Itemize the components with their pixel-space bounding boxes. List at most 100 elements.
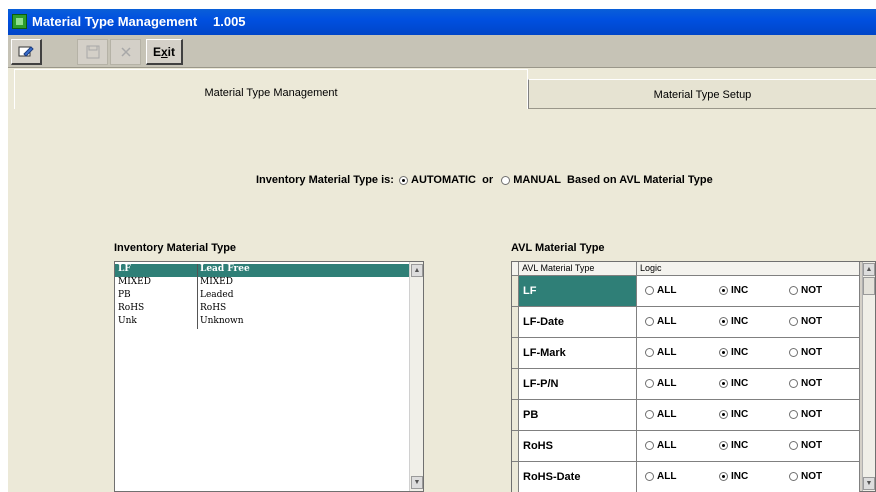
avl-type-cell[interactable]: LF-Mark [519, 338, 637, 369]
scroll-thumb[interactable] [863, 277, 875, 295]
avl-scrollbar[interactable]: ▲ ▼ [862, 262, 875, 491]
table-row[interactable]: LF-Mark ALL INC NOT [512, 338, 860, 369]
inc-option[interactable]: INC [717, 378, 748, 389]
avl-title: AVL Material Type [511, 242, 605, 254]
not-option[interactable]: NOT [787, 347, 822, 358]
table-row[interactable]: LF-P/N ALL INC NOT [512, 369, 860, 400]
not-option[interactable]: NOT [787, 285, 822, 296]
edit-button[interactable] [11, 39, 42, 65]
table-row[interactable]: PB ALL INC NOT [512, 400, 860, 431]
logic-cell: ALL INC NOT [637, 431, 860, 462]
table-row[interactable]: LF-Date ALL INC NOT [512, 307, 860, 338]
item-name: RoHS [197, 303, 226, 316]
logic-cell: ALL INC NOT [637, 276, 860, 307]
scroll-down-icon[interactable]: ▼ [411, 476, 423, 489]
list-item[interactable]: Unk Unknown [115, 316, 410, 329]
logic-cell: ALL INC NOT [637, 338, 860, 369]
manual-label[interactable]: MANUAL [513, 174, 561, 186]
scroll-down-icon[interactable]: ▼ [863, 477, 875, 490]
list-item[interactable]: LF Lead Free [115, 264, 410, 277]
row-header[interactable] [512, 400, 519, 431]
avl-type-cell[interactable]: LF [519, 276, 637, 307]
inc-option[interactable]: INC [717, 440, 748, 451]
mode-prefix-label: Inventory Material Type is: [256, 174, 394, 187]
row-header[interactable] [512, 276, 519, 307]
logic-cell: ALL INC NOT [637, 307, 860, 338]
all-option[interactable]: ALL [643, 316, 676, 327]
delete-button[interactable] [110, 39, 141, 65]
not-option[interactable]: NOT [787, 440, 822, 451]
row-header[interactable] [512, 462, 519, 492]
item-name: MIXED [197, 277, 233, 290]
avl-type-cell[interactable]: LF-P/N [519, 369, 637, 400]
inventory-title: Inventory Material Type [114, 242, 237, 254]
avl-type-cell[interactable]: RoHS-Date [519, 462, 637, 492]
all-option[interactable]: ALL [643, 471, 676, 482]
inc-option[interactable]: INC [717, 347, 748, 358]
close-icon [120, 47, 131, 57]
all-option[interactable]: ALL [643, 347, 676, 358]
inc-option[interactable]: INC [717, 316, 748, 327]
app-icon [12, 14, 27, 29]
all-option[interactable]: ALL [643, 378, 676, 389]
not-option[interactable]: NOT [787, 316, 822, 327]
item-code: LF [118, 264, 131, 274]
list-item[interactable]: RoHS RoHS [115, 303, 410, 316]
avl-grid[interactable]: AVL Material Type Logic LF ALL INC NOT L… [511, 261, 876, 492]
edit-icon [18, 45, 34, 57]
save-icon [86, 45, 99, 59]
manual-radio[interactable] [501, 175, 511, 185]
not-option[interactable]: NOT [787, 471, 822, 482]
main-window: Material Type Management 1.005 Exit Mate… [8, 9, 876, 492]
scroll-up-icon[interactable]: ▲ [411, 264, 423, 277]
item-code: PB [118, 290, 131, 300]
avl-type-cell[interactable]: RoHS [519, 431, 637, 462]
list-item[interactable]: PB Leaded [115, 290, 410, 303]
row-header[interactable] [512, 338, 519, 369]
tab-material-type-setup[interactable]: Material Type Setup [528, 79, 876, 109]
inc-option[interactable]: INC [717, 471, 748, 482]
toolbar: Exit [8, 35, 876, 68]
window-version: 1.005 [213, 14, 246, 29]
table-row[interactable]: RoHS-Date ALL INC NOT [512, 462, 860, 492]
item-name: Unknown [197, 316, 244, 329]
exit-button[interactable]: Exit [146, 39, 183, 65]
material-type-mode: Inventory Material Type is: AUTOMATIC or… [256, 174, 713, 186]
scroll-up-icon[interactable]: ▲ [863, 263, 875, 276]
item-name: Leaded [197, 290, 234, 303]
all-option[interactable]: ALL [643, 440, 676, 451]
automatic-radio[interactable] [399, 175, 409, 185]
item-code: MIXED [118, 277, 151, 287]
tab-strip: Material Type Management Material Type S… [8, 69, 876, 109]
all-option[interactable]: ALL [643, 285, 676, 296]
save-button[interactable] [77, 39, 108, 65]
table-row[interactable]: RoHS ALL INC NOT [512, 431, 860, 462]
row-header[interactable] [512, 369, 519, 400]
row-header[interactable] [512, 431, 519, 462]
table-row[interactable]: LF ALL INC NOT [512, 276, 860, 307]
title-bar[interactable]: Material Type Management 1.005 [8, 9, 876, 35]
all-option[interactable]: ALL [643, 409, 676, 420]
list-item[interactable]: MIXED MIXED [115, 277, 410, 290]
tab-material-type-management[interactable]: Material Type Management [14, 69, 528, 109]
avl-type-cell[interactable]: PB [519, 400, 637, 431]
inventory-scrollbar[interactable]: ▲ ▼ [409, 262, 423, 491]
not-option[interactable]: NOT [787, 378, 822, 389]
inc-option[interactable]: INC [717, 285, 748, 296]
grid-corner [512, 262, 519, 276]
inventory-list[interactable]: LF Lead Free MIXED MIXED PB Leaded RoHS … [114, 261, 424, 492]
window-title: Material Type Management [32, 14, 198, 29]
item-name: Lead Free [197, 264, 250, 277]
item-code: Unk [118, 316, 137, 326]
inc-option[interactable]: INC [717, 409, 748, 420]
not-option[interactable]: NOT [787, 409, 822, 420]
logic-cell: ALL INC NOT [637, 462, 860, 492]
mode-suffix-label: Based on AVL Material Type [567, 174, 713, 187]
automatic-label[interactable]: AUTOMATIC [411, 174, 476, 186]
exit-label: Exit [152, 44, 176, 59]
or-label: or [482, 174, 494, 187]
logic-cell: ALL INC NOT [637, 369, 860, 400]
avl-type-cell[interactable]: LF-Date [519, 307, 637, 338]
row-header[interactable] [512, 307, 519, 338]
logic-cell: ALL INC NOT [637, 400, 860, 431]
